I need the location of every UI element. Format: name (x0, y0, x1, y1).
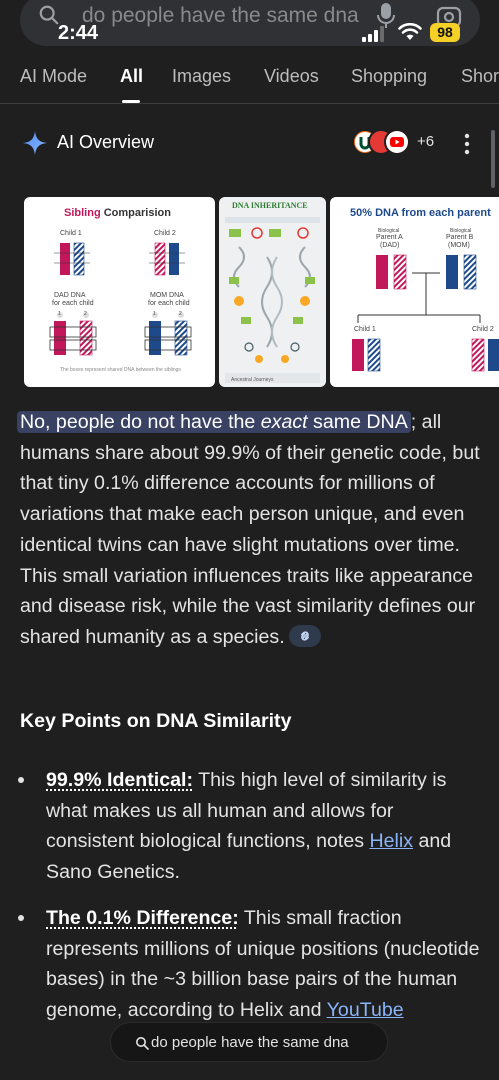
link-icon (300, 631, 309, 641)
card-label: 2 (84, 311, 87, 317)
source-avatars[interactable] (352, 129, 414, 155)
search-input[interactable]: do people have the same dna (82, 4, 359, 28)
key-point-term[interactable]: The 0.1% Difference: (46, 907, 239, 929)
bullet-icon (18, 777, 24, 783)
search-tabs: AI Mode All Images Videos Shopping Shor (0, 58, 499, 104)
wifi-icon (398, 23, 422, 40)
active-tab-indicator (122, 100, 140, 103)
key-points-heading: Key Points on DNA Similarity (20, 710, 292, 732)
signal-icon (362, 26, 384, 42)
tab-videos[interactable]: Videos (264, 66, 319, 87)
battery-indicator: 98 (430, 23, 460, 42)
tab-shopping[interactable]: Shopping (351, 66, 427, 87)
tab-all[interactable]: All (120, 66, 143, 87)
image-card-50-percent-dna[interactable]: 50% DNA from each parent Biological Pare… (330, 197, 499, 387)
sibling-diagram (49, 242, 192, 356)
link-chip[interactable] (288, 624, 321, 647)
key-point-item: The 0.1% Difference: This small fraction… (46, 907, 480, 1022)
card-label: MOM DNA (150, 292, 184, 299)
card-label: 1 (58, 311, 61, 317)
ai-overview-header: AI Overview +6 (22, 128, 482, 158)
tab-images[interactable]: Images (172, 66, 231, 87)
scrollbar[interactable] (491, 130, 495, 188)
sparkle-icon (23, 131, 47, 155)
status-time: 2:44 (58, 22, 99, 44)
card-label: Child 2 (472, 326, 494, 333)
card-caption: The boxes represent shared DNA between t… (60, 367, 181, 373)
inheritance-diagram (225, 217, 320, 383)
card-label: 1 (153, 311, 156, 317)
source-link-youtube[interactable]: YouTube (327, 999, 404, 1021)
floating-search-text: do people have the same dna (151, 1034, 349, 1051)
more-vert-icon[interactable] (462, 132, 472, 156)
key-point-item: 99.9% Identical: This high level of simi… (46, 769, 452, 884)
key-point-term[interactable]: 99.9% Identical: (46, 769, 193, 791)
answer-text: ; all humans share about 99.9% of their … (20, 411, 480, 648)
ai-overview-title: AI Overview (57, 132, 155, 152)
ai-overview-answer: No, people do not have the exact same DN… (17, 407, 480, 653)
card-footer: Ancestral Journeys (231, 377, 274, 383)
card-label: 2 (179, 311, 182, 317)
card-label: for each child (52, 300, 94, 307)
search-icon (136, 1037, 149, 1050)
youtube-icon (384, 129, 410, 155)
bullet-icon (18, 915, 24, 921)
image-card-dna-inheritance[interactable]: DNA INHERITANCE Ancestral Journeys (219, 197, 326, 387)
bottom-fade (0, 1062, 499, 1080)
source-count[interactable]: +6 (417, 133, 434, 150)
tab-shorts[interactable]: Shor (461, 66, 499, 87)
parents-diagram (352, 254, 499, 372)
tab-ai-mode[interactable]: AI Mode (20, 66, 87, 87)
image-card-sibling-comparison[interactable]: Sibling Comparision Child 1 Child 2 DAD … (24, 197, 215, 387)
card-label: Child 1 (354, 326, 376, 333)
search-icon (39, 5, 59, 25)
floating-search-pill[interactable]: do people have the same dna (110, 1022, 388, 1062)
source-link-helix[interactable]: Helix (370, 830, 414, 852)
card-label: DAD DNA (54, 292, 86, 299)
card-label: for each child (148, 300, 190, 307)
highlighted-answer: No, people do not have the exact same DN… (17, 411, 411, 433)
